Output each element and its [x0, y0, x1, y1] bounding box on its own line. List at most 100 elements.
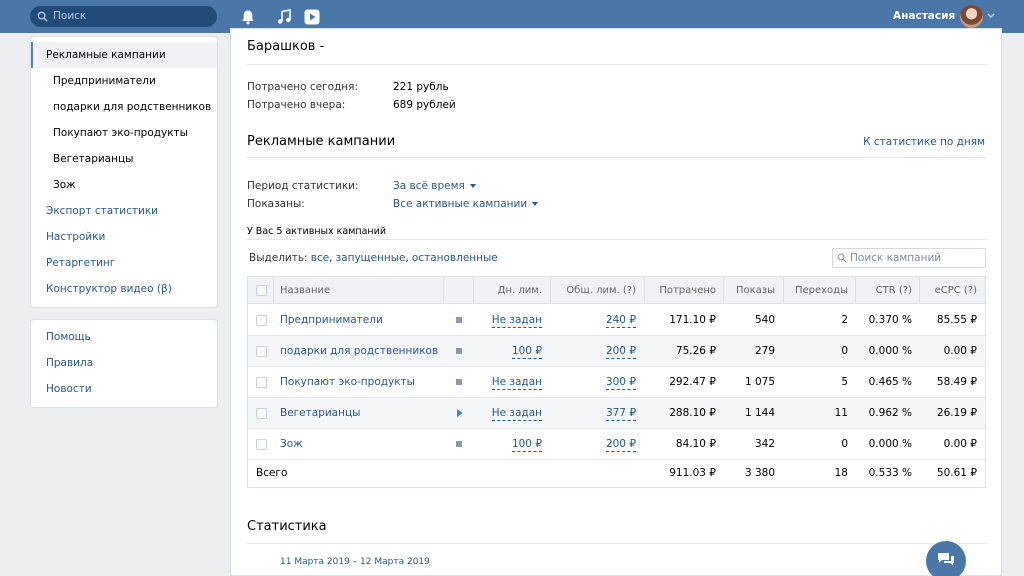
total-label: Всего: [256, 467, 288, 479]
impressions-value: 1 144: [744, 407, 775, 419]
period-dropdown[interactable]: За всё время: [393, 180, 476, 192]
select-all-link[interactable]: все: [311, 252, 329, 264]
main-panel: Барашков - Потрачено сегодня: 221 рубль …: [230, 28, 1002, 576]
campaigns-table: Название Дн. лим. Общ. лим. (?) Потрачен…: [247, 276, 986, 488]
music-icon[interactable]: [276, 9, 292, 25]
sidebar-item-campaigns[interactable]: Рекламные кампании: [31, 42, 217, 68]
campaign-name-link[interactable]: подарки для родственников: [280, 336, 438, 367]
caret-down-icon: [532, 202, 539, 206]
bell-icon[interactable]: [240, 9, 256, 25]
spent-today-label: Потрачено сегодня:: [247, 81, 358, 93]
play-icon[interactable]: [457, 409, 463, 417]
table-row: Предприниматели Не задан 240 ₽ 171.10 ₽ …: [248, 305, 985, 336]
video-icon[interactable]: [304, 9, 320, 25]
stop-icon[interactable]: [456, 441, 462, 447]
daily-limit-value[interactable]: 100 ₽: [474, 429, 542, 460]
select-all-checkbox[interactable]: [256, 285, 267, 296]
row-checkbox[interactable]: [256, 315, 267, 326]
stop-icon[interactable]: [456, 379, 462, 385]
ecpc-value: 0.00 ₽: [943, 345, 977, 357]
table-row: подарки для родственников 100 ₽ 200 ₽ 75…: [248, 336, 985, 367]
sidebar-item-entrepreneurs[interactable]: Предприниматели: [31, 68, 217, 94]
sidebar-item-rules[interactable]: Правила: [31, 350, 217, 376]
stop-icon[interactable]: [456, 317, 462, 323]
campaigns-title: Рекламные кампании: [247, 134, 396, 149]
chat-icon: [938, 553, 954, 566]
caret-down-icon: [469, 184, 476, 188]
chevron-down-icon[interactable]: [987, 13, 995, 19]
spent-value: 84.10 ₽: [675, 438, 716, 450]
daily-limit-value[interactable]: Не задан: [474, 367, 542, 398]
user-name[interactable]: Анастасия: [893, 10, 955, 22]
clicks-value: 0: [841, 345, 848, 357]
sidebar-item-gifts[interactable]: подарки для родственников: [31, 94, 217, 120]
sidebar-item-vegetarians[interactable]: Вегетарианцы: [31, 146, 217, 172]
sidebar-item-settings[interactable]: Настройки: [31, 224, 217, 250]
header-name[interactable]: Название: [280, 277, 330, 304]
campaign-search-placeholder: Поиск кампаний: [850, 252, 942, 264]
campaign-name-link[interactable]: Вегетарианцы: [280, 398, 360, 429]
divider: [247, 239, 986, 240]
chat-button[interactable]: [926, 541, 966, 576]
total-limit-value[interactable]: 200 ₽: [551, 336, 636, 367]
daily-stats-link[interactable]: К статистике по дням: [863, 136, 985, 148]
row-checkbox[interactable]: [256, 408, 267, 419]
sidebar-item-zoj[interactable]: Зож: [31, 172, 217, 198]
total-impressions: 3 380: [744, 467, 775, 479]
spent-yesterday-label: Потрачено вчера:: [247, 99, 346, 111]
table-row: Вегетарианцы Не задан 377 ₽ 288.10 ₽ 1 1…: [248, 398, 985, 429]
sidebar-item-export[interactable]: Экспорт статистики: [31, 198, 217, 224]
period-label: Период статистики:: [247, 180, 359, 192]
total-limit-value[interactable]: 300 ₽: [551, 367, 636, 398]
stats-title: Статистика: [247, 519, 327, 534]
header-impressions[interactable]: Показы: [724, 277, 775, 304]
sidebar-item-help[interactable]: Помощь: [31, 324, 217, 350]
impressions-value: 342: [754, 438, 775, 450]
divider: [247, 543, 986, 544]
campaign-name-link[interactable]: Зож: [280, 429, 303, 460]
row-checkbox[interactable]: [256, 377, 267, 388]
header-ecpc[interactable]: eCPC (?): [920, 277, 977, 304]
sidebar-item-news[interactable]: Новости: [31, 376, 217, 402]
sidebar-item-video-builder[interactable]: Конструктор видео (β): [31, 276, 217, 302]
ecpc-value: 26.19 ₽: [936, 407, 977, 419]
table-row: Зож 100 ₽ 200 ₽ 84.10 ₽ 342 0 0.000 % 0.…: [248, 429, 985, 460]
row-checkbox[interactable]: [256, 346, 267, 357]
header-clicks[interactable]: Переходы: [784, 277, 848, 304]
table-row: Покупают эко-продукты Не задан 300 ₽ 292…: [248, 367, 985, 398]
spent-yesterday-value: 689 рублей: [393, 99, 456, 111]
date-range[interactable]: 11 Марта 2019 – 12 Марта 2019: [280, 557, 430, 567]
sidebar-item-retargeting[interactable]: Ретаргетинг: [31, 250, 217, 276]
stop-icon[interactable]: [456, 348, 462, 354]
spent-value: 288.10 ₽: [669, 407, 716, 419]
clicks-value: 5: [841, 376, 848, 388]
total-limit-value[interactable]: 240 ₽: [551, 305, 636, 336]
daily-limit-value[interactable]: 100 ₽: [474, 336, 542, 367]
select-stopped-link[interactable]: остановленные: [412, 252, 498, 264]
daily-limit-value[interactable]: Не задан: [474, 305, 542, 336]
row-checkbox[interactable]: [256, 439, 267, 450]
clicks-value: 2: [841, 314, 848, 326]
period-value: За всё время: [393, 180, 465, 192]
ctr-value: 0.000 %: [868, 345, 912, 357]
campaign-name-link[interactable]: Покупают эко-продукты: [280, 367, 415, 398]
header-ctr[interactable]: CTR (?): [856, 277, 912, 304]
total-limit-value[interactable]: 200 ₽: [551, 429, 636, 460]
total-limit-value[interactable]: 377 ₽: [551, 398, 636, 429]
sidebar-item-eco[interactable]: Покупают эко-продукты: [31, 120, 217, 146]
divider: [247, 157, 986, 158]
header-spent[interactable]: Потрачено: [645, 277, 716, 304]
select-running-link[interactable]: запущенные: [336, 252, 406, 264]
total-ctr: 0.533 %: [868, 467, 912, 479]
shown-value: Все активные кампании: [393, 198, 528, 210]
header-total-limit[interactable]: Общ. лим. (?): [551, 277, 636, 304]
campaign-name-link[interactable]: Предприниматели: [280, 305, 383, 336]
shown-dropdown[interactable]: Все активные кампании: [393, 198, 539, 210]
avatar[interactable]: [960, 5, 983, 28]
ctr-value: 0.962 %: [868, 407, 912, 419]
ecpc-value: 58.49 ₽: [936, 376, 977, 388]
campaign-search-input[interactable]: Поиск кампаний: [832, 248, 986, 268]
global-search-input[interactable]: Поиск: [30, 6, 217, 27]
daily-limit-value[interactable]: Не задан: [474, 398, 542, 429]
header-daily-limit[interactable]: Дн. лим.: [474, 277, 542, 304]
